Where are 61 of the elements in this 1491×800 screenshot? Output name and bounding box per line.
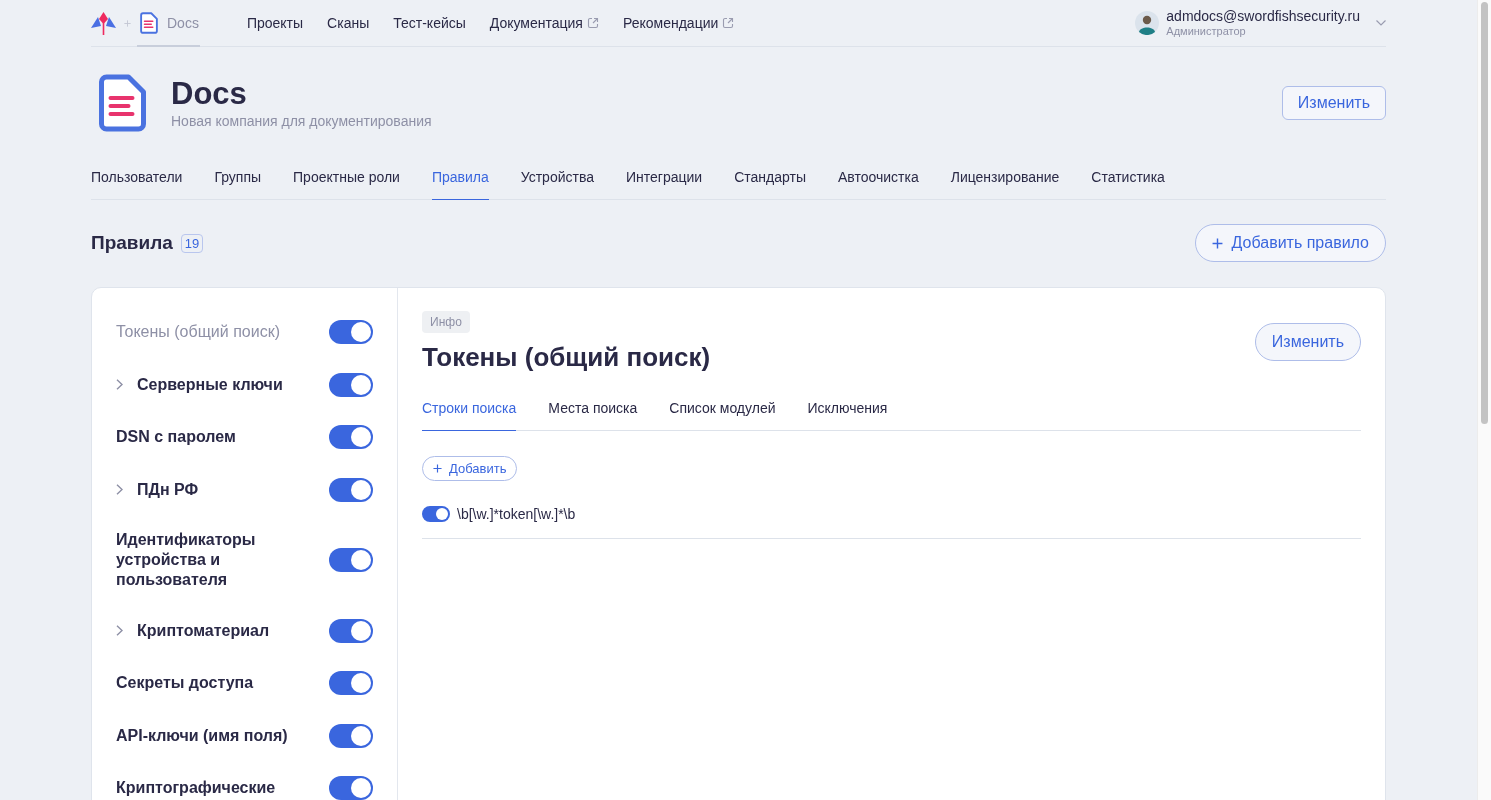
toggle-switch[interactable] [329,320,373,344]
tab[interactable]: Автоочистка [838,159,919,200]
rule-name[interactable]: ПДн РФ [137,479,199,500]
document-icon [98,74,147,132]
nav-link[interactable]: Рекомендации [622,15,735,31]
rule-title: Токены (общий поиск) [422,341,711,373]
plus-icon [433,464,442,473]
rule-name[interactable]: Секреты доступа [116,673,254,693]
chevron-right-icon[interactable] [116,379,123,390]
scrollbar-thumb[interactable] [1481,2,1488,424]
rule-name[interactable]: Серверные ключи [137,374,283,395]
toggle-switch[interactable] [329,618,373,643]
rule-name[interactable]: Идентификаторы устройства и пользователя [116,530,311,590]
tab[interactable]: Строки поиска [422,390,517,431]
section-title: Правила [91,232,173,254]
toggle-switch[interactable] [329,372,373,397]
user-email: admdocs@swordfishsecurity.ru [1166,8,1360,24]
toggle-switch[interactable] [329,671,373,695]
toggle-switch[interactable] [422,506,450,522]
rule-name[interactable]: Криптографические [116,778,276,798]
nav-link[interactable]: Тест-кейсы [393,15,466,31]
tab[interactable]: Пользователи [91,159,183,200]
rule-name[interactable]: DSN с паролем [116,427,236,447]
tab[interactable]: Лицензирование [950,159,1060,200]
user-role: Администратор [1166,24,1247,38]
info-tag: Инфо [422,311,470,333]
toggle-switch[interactable] [329,723,373,748]
edit-button[interactable]: Изменить [1254,323,1361,361]
rule-name[interactable]: API-ключи (имя поля) [116,725,288,746]
tab[interactable]: Интеграции [626,159,703,200]
avatar-icon [1135,11,1160,35]
toggle-switch[interactable] [329,548,373,572]
toggle-switch[interactable] [329,425,373,449]
chevron-right-icon[interactable] [116,625,123,636]
chevron-right-icon[interactable] [116,484,123,495]
document-icon [140,11,158,34]
rule-name[interactable]: Криптоматериал [137,620,270,641]
tab[interactable]: Устройства [520,159,594,200]
toggle-switch[interactable] [329,477,373,502]
tab[interactable]: Стандарты [734,159,806,200]
add-rule-button[interactable]: Добавить правило [1194,224,1386,262]
plus-icon [124,19,131,27]
logo-icon[interactable] [91,11,116,35]
tab[interactable]: Исключения [807,390,888,431]
tab[interactable]: Список модулей [669,390,776,431]
add-button[interactable]: Добавить [422,456,518,481]
tab[interactable]: Места поиска [548,390,638,431]
tab[interactable]: Группы [214,159,262,200]
search-pattern: \b[\w.]*token[\w.]*\b [457,506,576,522]
company-name: Docs [171,76,248,112]
plus-icon [1211,237,1223,249]
tab[interactable]: Правила [431,159,489,200]
toggle-switch[interactable] [329,776,373,800]
nav-link[interactable]: Документация [489,15,599,31]
company-description: Новая компания для документирования [171,112,432,130]
edit-button[interactable]: Изменить [1281,86,1386,120]
nav-link[interactable]: Сканы [327,15,370,31]
tab[interactable]: Проектные роли [293,159,400,200]
nav-link[interactable]: Проекты [246,15,304,31]
count-badge: 19 [180,233,204,253]
tab[interactable]: Статистика [1091,159,1165,200]
